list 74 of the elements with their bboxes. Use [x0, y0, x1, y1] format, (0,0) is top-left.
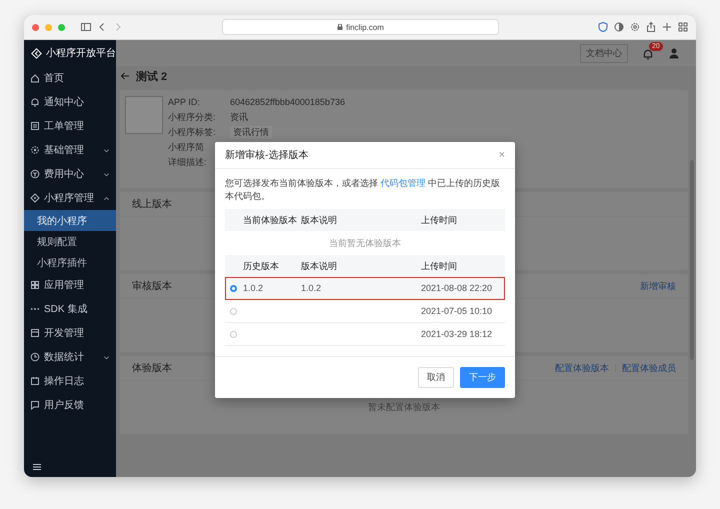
sidebar-item[interactable]: 通知中心	[24, 90, 116, 114]
image-placeholder	[125, 96, 163, 134]
half-circle-icon[interactable]	[614, 22, 624, 32]
field-value: 资讯	[230, 111, 248, 123]
table-header: 当前体验版本 版本说明 上传时间	[225, 209, 505, 231]
sidebar-icon[interactable]	[81, 22, 91, 32]
house-icon	[30, 73, 40, 83]
field-label: 小程序分类:	[168, 111, 217, 123]
lock-icon	[337, 24, 344, 30]
dialog-title: 新增审核-选择版本	[225, 148, 308, 162]
version-row[interactable]: 1.0.2 1.0.2 2021-08-08 22:20	[225, 277, 505, 300]
sidebar-item[interactable]: 操作日志	[24, 369, 116, 393]
field-label: 小程序标签:	[168, 126, 217, 138]
grid-icon	[30, 280, 40, 290]
version-row[interactable]: 2021-07-05 10:10	[225, 300, 505, 323]
page-title: 测试 2	[136, 70, 168, 84]
sidebar-subitem[interactable]: 小程序插件	[24, 252, 116, 273]
field-label: 详细描述:	[168, 156, 208, 168]
tabs-grid-icon[interactable]	[678, 22, 688, 32]
menu-icon[interactable]	[32, 462, 42, 472]
sidebar-subitem[interactable]: 规则配置	[24, 231, 116, 252]
sidebar-item[interactable]: 开发管理	[24, 321, 116, 345]
section-title: 审核版本	[132, 280, 172, 293]
user-icon[interactable]	[668, 47, 680, 59]
sidebar-item[interactable]: 基础管理	[24, 138, 116, 162]
table-cell-text: 2021-07-05 10:10	[421, 306, 494, 316]
empty-message: 暂未配置体验版本	[368, 401, 440, 414]
field-value: 60462852ffbbb4000185b736	[230, 96, 345, 108]
version-row[interactable]: 2021-03-29 18:12	[225, 323, 505, 346]
diamond-logo-icon	[31, 48, 42, 58]
gear-icon	[30, 145, 40, 155]
close-window-button[interactable]	[32, 24, 39, 30]
sidebar-item[interactable]: 工单管理	[24, 114, 116, 138]
radio-button[interactable]	[230, 330, 237, 338]
field-label: APP ID:	[168, 96, 201, 108]
shield-icon[interactable]	[598, 22, 608, 32]
dialog-description: 您可选择发布当前体验版本，或者选择 代码包管理 中已上传的历史版本代码包。	[224, 177, 502, 203]
chat-icon	[30, 400, 40, 410]
field-label: 小程序简	[168, 141, 205, 153]
sidebar-subitem[interactable]: 我的小程序	[24, 210, 116, 231]
table-cell-text: 2021-03-29 18:12	[421, 329, 494, 339]
bell-icon[interactable]	[642, 48, 654, 60]
coin-icon	[30, 169, 40, 179]
table-cell-text: 1.0.2	[301, 283, 322, 293]
settings-icon[interactable]	[630, 22, 640, 32]
plus-icon[interactable]	[662, 22, 672, 32]
calendar-icon	[30, 376, 40, 386]
cancel-button[interactable]: 取消	[418, 367, 454, 388]
window-icon	[30, 328, 40, 338]
sidebar-item[interactable]: 用户反馈	[24, 393, 116, 417]
table-cell-text: 2021-08-08 22:20	[421, 283, 494, 293]
radio-button[interactable]	[230, 284, 237, 292]
table-header: 历史版本 版本说明 上传时间	[225, 255, 505, 277]
table-cell-text: 1.0.2	[243, 283, 264, 293]
sidebar-item[interactable]: 数据统计	[24, 345, 116, 369]
section-title: 体验版本	[132, 362, 172, 375]
address-bar[interactable]: finclip.com	[222, 19, 499, 35]
sidebar-item[interactable]: 费用中心	[24, 162, 116, 186]
bell-icon	[30, 97, 40, 107]
platform-logo-text: 小程序开放平台	[46, 46, 116, 60]
section-title: 线上版本	[132, 198, 172, 211]
share-icon[interactable]	[646, 22, 656, 32]
sidebar-item[interactable]: SDK 集成	[24, 297, 116, 321]
clock-icon	[30, 352, 40, 362]
back-arrow-icon[interactable]	[120, 71, 130, 81]
document-icon	[30, 121, 40, 131]
radio-button[interactable]	[230, 308, 237, 314]
back-icon[interactable]	[97, 22, 107, 32]
empty-message: 当前暂无体验版本	[329, 236, 401, 250]
diamond-icon	[30, 193, 40, 203]
tag: 资讯行情	[230, 126, 272, 138]
sidebar-item[interactable]: 小程序管理	[24, 186, 116, 210]
sidebar-item[interactable]: 应用管理	[24, 273, 116, 297]
sidebar-item[interactable]: 首页	[24, 66, 116, 90]
